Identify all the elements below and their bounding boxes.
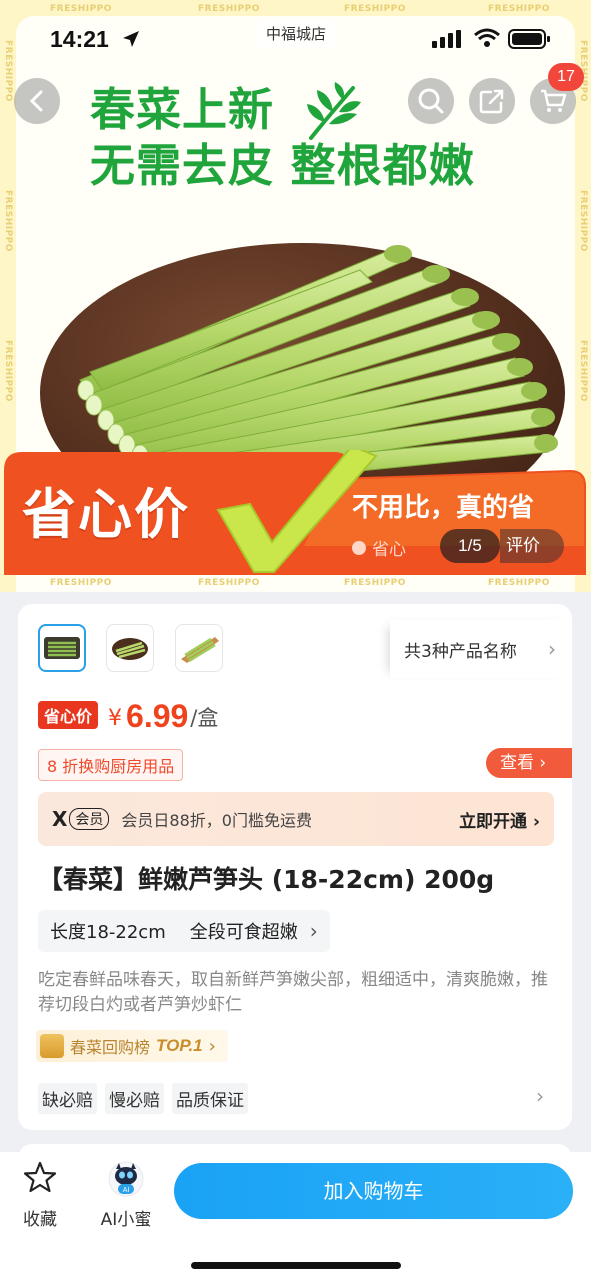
price-badge: 省心价: [38, 701, 99, 729]
product-title: 【春菜】鲜嫩芦笋头 (18-22cm) 200g: [38, 865, 495, 894]
membership-open-label: 立即开通: [459, 811, 528, 832]
price-row: 省心价 ¥ 6.99 /盒: [38, 698, 218, 735]
product-info-card: 共3种产品名称 › 省心价 ¥ 6.99 /盒 8 折换购厨房用品 查看 › X…: [18, 604, 572, 1130]
service-guarantees[interactable]: 缺必赔 慢必赔 品质保证: [38, 1083, 248, 1114]
spec-feature: 全段可食超嫩: [189, 922, 298, 943]
clock: 14:21: [50, 26, 109, 52]
favorite-label: 收藏: [23, 1210, 57, 1230]
battery-icon: [508, 29, 550, 49]
chevron-right-icon[interactable]: ›: [536, 1084, 544, 1108]
wifi-icon: [474, 28, 500, 47]
chevron-right-icon: ›: [539, 753, 547, 773]
watermark: FRESHIPPO: [50, 578, 112, 588]
add-to-cart-button[interactable]: 加入购物车: [174, 1163, 573, 1219]
watermark: FRESHIPPO: [3, 190, 13, 252]
home-indicator: [191, 1262, 401, 1269]
watermark: FRESHIPPO: [344, 578, 406, 588]
variant-thumbnail-2[interactable]: [106, 624, 154, 672]
watermark: FRESHIPPO: [488, 578, 550, 588]
ranking-label: 春菜回购榜: [70, 1038, 151, 1057]
promo-tag[interactable]: 8 折换购厨房用品: [38, 749, 184, 781]
variants-label: 共3种产品名称: [404, 641, 517, 662]
reviews-tab[interactable]: 评价: [500, 529, 564, 563]
banner-slogan: 不用比，真的省: [352, 493, 535, 523]
store-name[interactable]: 中福城店: [256, 20, 337, 48]
variant-thumbnail-1[interactable]: [38, 624, 86, 672]
spec-selector[interactable]: 长度18-22cm 全段可食超嫩 ›: [38, 910, 330, 952]
currency-symbol: ¥: [108, 706, 123, 731]
ai-assistant-button[interactable]: AI AI小蜜: [98, 1160, 154, 1230]
search-icon: [418, 88, 444, 114]
chevron-left-icon: [29, 90, 43, 112]
spec-length: 长度18-22cm: [50, 922, 166, 943]
status-bar: 14:21 中福城店: [0, 0, 591, 70]
chevron-right-icon: ›: [309, 919, 318, 943]
check-icon: [352, 540, 366, 555]
back-button[interactable]: [14, 78, 60, 124]
banner-title: 省心价: [22, 483, 190, 546]
product-description: 吃定春鲜品味春天，取自新鲜芦笋嫩尖部，粗细适中，清爽脆嫩，推荐切段白灼或者芦笋炒…: [38, 970, 548, 1015]
membership-logo: X: [52, 807, 68, 831]
trophy-icon: [40, 1034, 64, 1058]
ai-assistant-label: AI小蜜: [100, 1210, 152, 1230]
location-arrow-icon: [123, 31, 139, 47]
ai-badge-text: AI: [123, 1187, 130, 1194]
asparagus-board-image: [181, 637, 219, 663]
favorite-button[interactable]: 收藏: [20, 1160, 60, 1230]
banner-tag: 省心: [352, 535, 406, 560]
membership-tag: 会员: [69, 808, 110, 830]
cart-icon: [541, 89, 567, 112]
image-pager: 1/5: [440, 529, 500, 563]
star-icon: [23, 1161, 57, 1193]
guarantee-tag: 慢必赔: [105, 1083, 164, 1114]
watermark: FRESHIPPO: [578, 190, 588, 252]
share-icon: [479, 89, 504, 114]
view-promo-label: 查看: [500, 753, 534, 773]
guarantee-tag: 品质保证: [172, 1083, 248, 1114]
leaf-icon: [307, 82, 361, 140]
ranking-position: TOP.1: [156, 1036, 203, 1055]
bottom-action-bar: 收藏 AI AI小蜜 加入购物车: [0, 1152, 591, 1280]
price-unit: /盒: [190, 706, 219, 730]
asparagus-plate-image: [112, 638, 148, 660]
membership-banner[interactable]: X 会员 会员日88折，0门槛免运费 立即开通 ›: [38, 792, 554, 846]
chevron-right-icon: ›: [208, 1035, 216, 1057]
chevron-right-icon: ›: [532, 811, 540, 832]
headline-line-2: 无需去皮 整根都嫩: [90, 139, 475, 192]
price: 6.99: [126, 698, 189, 734]
signal-icon: [432, 30, 461, 48]
banner-tag-label: 省心: [372, 540, 406, 560]
cart-count-badge: 17: [548, 63, 584, 91]
share-button[interactable]: [469, 78, 515, 124]
view-promo-button[interactable]: 查看 ›: [486, 748, 572, 778]
search-button[interactable]: [408, 78, 454, 124]
membership-text: 会员日88折，0门槛免运费: [121, 811, 312, 830]
watermark: FRESHIPPO: [3, 340, 13, 402]
watermark: FRESHIPPO: [198, 578, 260, 588]
chevron-right-icon: ›: [548, 637, 556, 661]
asparagus-box-image: [44, 637, 80, 659]
ai-assistant-avatar-icon: AI: [108, 1161, 144, 1197]
variants-selector[interactable]: 共3种产品名称 ›: [390, 620, 572, 678]
variant-thumbnail-3[interactable]: [175, 624, 223, 672]
ranking-badge[interactable]: 春菜回购榜 TOP.1 ›: [36, 1030, 228, 1062]
guarantee-tag: 缺必赔: [38, 1083, 97, 1114]
watermark: FRESHIPPO: [578, 340, 588, 402]
membership-open-button[interactable]: 立即开通 ›: [459, 807, 540, 832]
